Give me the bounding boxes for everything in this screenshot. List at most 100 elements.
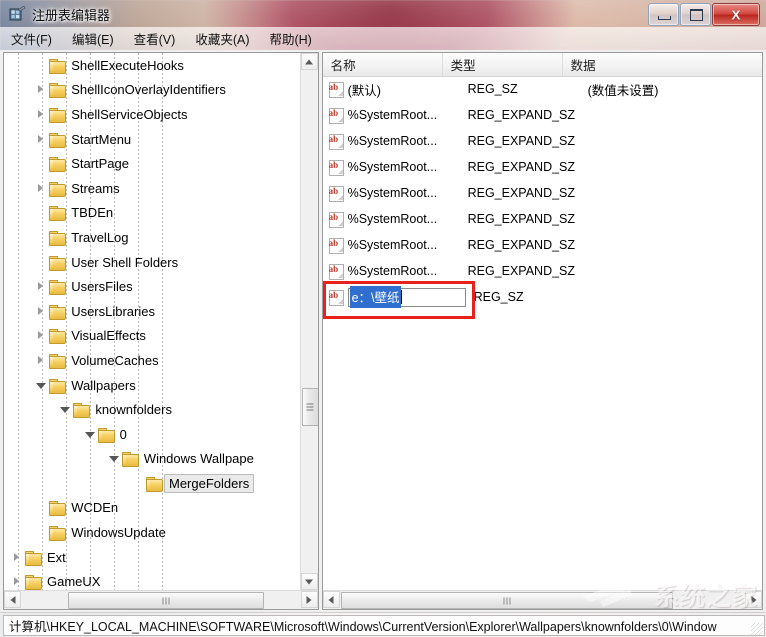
tree-item-shellexecutehooks[interactable]: ShellExecuteHooks [4,53,300,78]
value-data-cell: (数值未设置) [587,83,659,98]
tree-item-startmenu[interactable]: StartMenu [4,127,300,152]
table-row[interactable]: ab %SystemRoot... REG_EXPAND_SZ [323,128,762,154]
registry-values-list[interactable]: ab (默认) REG_SZ (数值未设置) ab %SystemRoot... REG_E… [323,76,762,310]
tree-scroll-right-button[interactable] [300,591,318,608]
folder-icon [49,107,67,123]
tree-item-label: StartPage [71,156,130,172]
folder-icon [49,378,67,394]
collapse-arrow-icon[interactable] [108,453,120,464]
tree-item-shellserviceobjects[interactable]: ShellServiceObjects [4,102,300,127]
expand-arrow-icon[interactable] [36,183,47,194]
chevron-left-icon [328,595,334,604]
expand-arrow-icon[interactable] [36,84,47,95]
column-header-type[interactable]: 类型 [443,53,563,76]
tree-item-user-shell-folders[interactable]: User Shell Folders [4,250,300,275]
table-row[interactable]: ab %SystemRoot... REG_EXPAND_SZ [323,258,762,284]
tree-item-windowsupdate[interactable]: WindowsUpdate [4,520,300,545]
tree-item-userslibraries[interactable]: UsersLibraries [4,299,300,324]
registry-editor-icon [9,5,26,22]
title-bar[interactable]: 注册表编辑器 X [0,0,766,27]
expand-arrow-icon[interactable] [36,281,47,292]
collapse-arrow-icon[interactable] [60,404,71,415]
minimize-button[interactable] [648,3,679,26]
tree-item-windows-wallpape[interactable]: Windows Wallpape [4,447,300,472]
expand-arrow-icon[interactable] [12,576,23,587]
tree-item-mergefolders[interactable]: MergeFolders [4,471,300,496]
tree-item-startpage[interactable]: StartPage [4,151,300,176]
folder-icon [49,526,67,542]
table-row[interactable]: ab (默认) REG_SZ (数值未设置) [323,76,762,102]
expand-arrow-icon[interactable] [36,134,47,145]
tree-item-label: UsersLibraries [71,303,155,319]
table-row[interactable]: ab e：\壁纸 REG_SZ [323,284,524,310]
list-hscrollbar-thumb[interactable] [340,592,673,609]
expand-arrow-icon[interactable] [36,355,47,366]
close-button[interactable]: X [712,3,760,26]
rename-input[interactable]: e：\壁纸 [347,286,466,308]
table-row[interactable]: ab %SystemRoot... REG_EXPAND_SZ [323,206,762,232]
string-value-icon: ab [328,160,344,176]
expand-arrow-icon[interactable] [36,109,47,120]
table-row[interactable]: ab %SystemRoot... REG_EXPAND_SZ [323,154,762,180]
tree-scroll-down-button[interactable] [300,573,318,590]
tree-item-visualeffects[interactable]: VisualEffects [4,324,300,349]
scrollbar-grip-icon [503,597,511,604]
column-header-name[interactable]: 名称 [323,53,443,76]
tree-item-wcden[interactable]: WCDEn [4,496,300,521]
registry-tree[interactable]: ShellExecuteHooks ShellIconOverlayIdentif… [4,53,300,590]
maximize-icon [690,9,703,21]
tree-scroll-up-button[interactable] [300,53,318,70]
column-header-data[interactable]: 数据 [563,53,759,76]
close-icon: X [731,7,741,22]
collapse-arrow-icon[interactable] [36,380,47,391]
tree-item-label: Windows Wallpape [143,451,254,467]
tree-item-streams[interactable]: Streams [4,176,300,201]
registry-values-pane: 名称 类型 数据 ab (默认) REG_SZ (数值未设置) ab %SystemRoo… [321,52,763,610]
menu-item-view[interactable]: 查看(V) [125,27,185,50]
menu-item-favorites[interactable]: 收藏夹(A) [186,27,258,50]
folder-icon [49,157,67,173]
tree-scrollbar-thumb[interactable] [301,388,318,426]
tree-item-wallpapers[interactable]: Wallpapers [4,373,300,398]
tree-item-tbden[interactable]: TBDEn [4,201,300,226]
chevron-down-icon [305,579,314,584]
tree-item-label: GameUX [47,574,101,590]
folder-icon [25,575,42,590]
maximize-button[interactable] [680,3,711,26]
tree-item-travellog[interactable]: TravelLog [4,225,300,250]
tree-item-volumecaches[interactable]: VolumeCaches [4,348,300,373]
menu-item-file[interactable]: 文件(F) [2,27,61,50]
list-scroll-right-button[interactable] [745,591,762,608]
tree-vertical-scrollbar[interactable] [299,53,318,590]
tree-hscrollbar-thumb[interactable] [68,592,264,609]
resize-grip-icon[interactable] [751,623,763,635]
expand-arrow-icon[interactable] [36,330,47,341]
tree-item-gameux[interactable]: GameUX [4,569,300,590]
folder-icon [49,329,67,345]
table-row[interactable]: ab %SystemRoot... REG_EXPAND_SZ [323,180,762,206]
tree-item-ext[interactable]: Ext [4,545,300,570]
tree-item-knownfolders[interactable]: knownfolders [4,397,300,422]
tree-item-label: WindowsUpdate [71,525,166,541]
tree-scroll-left-button[interactable] [4,591,21,608]
value-name-cell: (默认) [347,83,381,98]
expand-arrow-icon[interactable] [36,306,47,317]
folder-icon [49,206,67,222]
expand-arrow-icon[interactable] [12,552,23,563]
list-horizontal-scrollbar[interactable] [322,590,762,609]
tree-item-usersfiles[interactable]: UsersFiles [4,274,300,299]
menu-item-help[interactable]: 帮助(H) [260,27,320,50]
tree-horizontal-scrollbar[interactable] [4,590,318,609]
string-value-icon: ab [328,134,344,150]
tree-item-0[interactable]: 0 [4,422,300,447]
collapse-arrow-icon[interactable] [84,429,96,440]
table-row[interactable]: ab %SystemRoot... REG_EXPAND_SZ [323,232,762,258]
folder-icon [49,58,67,74]
menu-item-edit[interactable]: 编辑(E) [63,27,123,50]
tree-item-shelliconoverlayidentifiers[interactable]: ShellIconOverlayIdentifiers [4,78,300,103]
list-scroll-left-button[interactable] [322,591,340,608]
string-value-icon: ab [328,108,344,124]
table-row[interactable]: ab %SystemRoot... REG_EXPAND_SZ [323,102,762,128]
